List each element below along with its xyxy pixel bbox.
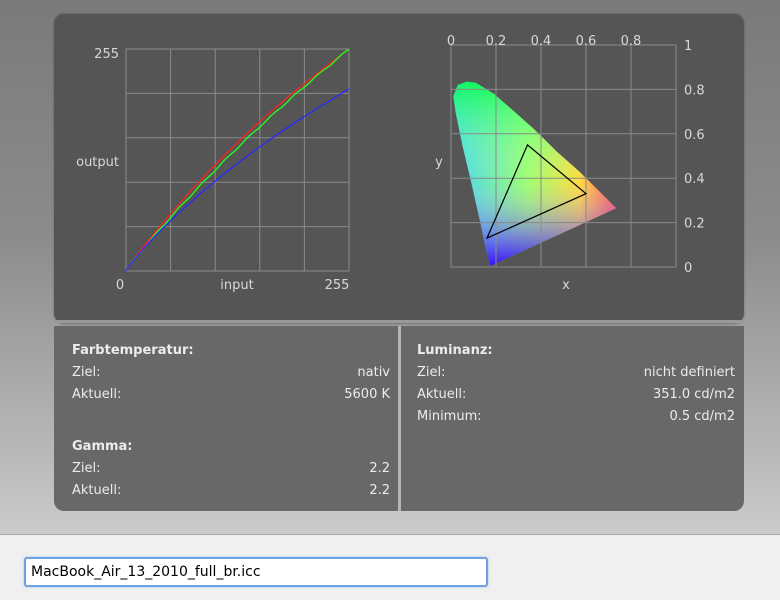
luminance-min-row: Minimum: 0.5 cd/m2 [417, 406, 735, 428]
info-left-column: Farbtemperatur: Ziel: nativ Aktuell: 560… [72, 340, 390, 502]
chromaticity-locus [453, 81, 617, 266]
gamma-current-label: Aktuell: [72, 483, 122, 498]
color-temp-title: Farbtemperatur: [72, 343, 194, 358]
info-divider [398, 326, 401, 511]
gamut-y-tick: 1 [684, 39, 692, 54]
gamut-y-tick: 0.4 [684, 172, 705, 187]
gamma-target-label: Ziel: [72, 461, 101, 476]
panel-edge [54, 320, 744, 323]
luminance-target-row: Ziel: nicht definiert [417, 362, 735, 384]
luminance-target-label: Ziel: [417, 365, 446, 380]
color-temp-target-label: Ziel: [72, 365, 101, 380]
gamma-current-row: Aktuell: 2.2 [72, 480, 390, 502]
curve-grid [125, 48, 350, 272]
gamut-chart: 0 0.2 0.4 0.6 0.8 1 0.8 0.6 0.4 0.2 0 x y [435, 34, 705, 293]
gamma-target-row: Ziel: 2.2 [72, 458, 390, 480]
gamut-x-tick: 0 [447, 34, 455, 49]
gamut-x-tick: 0.4 [531, 34, 552, 49]
charts-panel: 255 output 0 input 255 0 0.2 0.4 0.6 0.8 1 0.… [54, 13, 744, 323]
gamut-y-tick: 0.2 [684, 217, 705, 232]
gamut-x-tick: 0.6 [576, 34, 597, 49]
gamut-x-axis-label: x [562, 278, 570, 293]
luminance-current-row: Aktuell: 351.0 cd/m2 [417, 384, 735, 406]
green-channel-curve [125, 48, 350, 272]
blue-channel-curve [125, 88, 350, 272]
curve-x-min-label: 0 [116, 278, 124, 293]
gamut-y-tick: 0.8 [684, 83, 705, 98]
luminance-title: Luminanz: [417, 343, 493, 358]
gamut-y-axis-label: y [435, 155, 443, 170]
luminance-current-value: 351.0 cd/m2 [652, 387, 735, 402]
charts-svg: 255 output 0 input 255 0 0.2 0.4 0.6 0.8 1 0.… [76, 34, 705, 293]
red-channel-curve [125, 48, 350, 272]
color-temp-current-label: Aktuell: [72, 387, 122, 402]
info-right-column: Luminanz: Ziel: nicht definiert Aktuell:… [417, 340, 735, 428]
info-panel: Farbtemperatur: Ziel: nativ Aktuell: 560… [54, 326, 744, 511]
curve-y-axis-label: output [76, 155, 119, 170]
curve-chart: 255 output 0 input 255 [76, 47, 350, 293]
color-temp-target-value: nativ [357, 365, 390, 380]
luminance-min-value: 0.5 cd/m2 [669, 409, 735, 424]
curve-x-axis-label: input [220, 278, 253, 293]
luminance-target-value: nicht definiert [643, 365, 735, 380]
luminance-current-label: Aktuell: [417, 387, 467, 402]
bottom-bar [0, 534, 780, 601]
gamut-x-tick: 0.2 [486, 34, 507, 49]
curve-x-max-label: 255 [325, 278, 350, 293]
color-temp-current-value: 5600 K [344, 387, 390, 402]
gamut-y-tick: 0 [684, 261, 692, 276]
gamut-y-tick: 0.6 [684, 128, 705, 143]
gamut-y-ticks: 1 0.8 0.6 0.4 0.2 0 [684, 39, 705, 276]
profile-filename-input[interactable] [24, 557, 488, 587]
color-temp-current-row: Aktuell: 5600 K [72, 384, 390, 406]
gamma-target-value: 2.2 [369, 461, 390, 476]
color-temp-target-row: Ziel: nativ [72, 362, 390, 384]
gamma-current-value: 2.2 [369, 483, 390, 498]
luminance-min-label: Minimum: [417, 409, 482, 424]
gamut-x-ticks: 0 0.2 0.4 0.6 0.8 [447, 34, 641, 49]
gamma-title: Gamma: [72, 439, 133, 454]
curve-y-max-label: 255 [94, 47, 119, 62]
gamut-x-tick: 0.8 [621, 34, 642, 49]
